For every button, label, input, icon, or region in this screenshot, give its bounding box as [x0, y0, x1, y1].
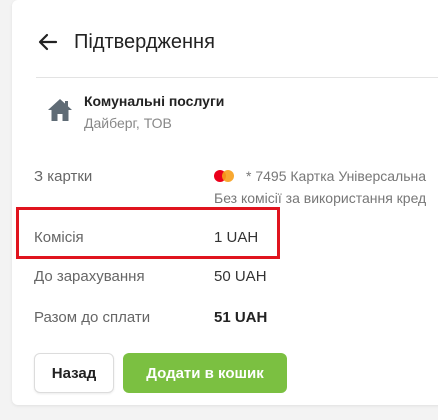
confirmation-panel: Підтвердження Комунальні послуги Дайберг… — [12, 0, 438, 405]
header: Підтвердження — [36, 24, 215, 60]
service-name: Комунальні послуги — [84, 93, 225, 109]
page-title: Підтвердження — [74, 30, 215, 53]
card-number-text: * 7495 Картка Універсальна — [246, 168, 427, 184]
service-provider: Дайберг, ТОВ — [84, 115, 172, 131]
total-value: 51 UAH — [214, 309, 268, 326]
divider — [36, 77, 438, 78]
add-to-cart-button[interactable]: Додати в кошик — [123, 353, 287, 393]
credit-value: 50 UAH — [214, 268, 267, 285]
total-label: Разом до сплати — [34, 309, 151, 326]
house-icon — [48, 99, 72, 121]
credit-label: До зарахування — [34, 268, 145, 285]
card-note: Без комісії за використання кред — [214, 190, 427, 206]
commission-value: 1 UAH — [214, 229, 259, 246]
from-card-label: З картки — [34, 168, 93, 185]
back-button[interactable]: Назад — [34, 353, 114, 393]
service-info: Комунальні послуги Дайберг, ТОВ — [46, 92, 224, 132]
commission-label: Комісія — [34, 229, 84, 246]
arrow-left-icon — [38, 33, 58, 51]
back-arrow-button[interactable] — [36, 30, 60, 54]
mastercard-icon — [214, 170, 236, 182]
card-selector[interactable]: * 7495 Картка Універсальна — [214, 168, 426, 184]
